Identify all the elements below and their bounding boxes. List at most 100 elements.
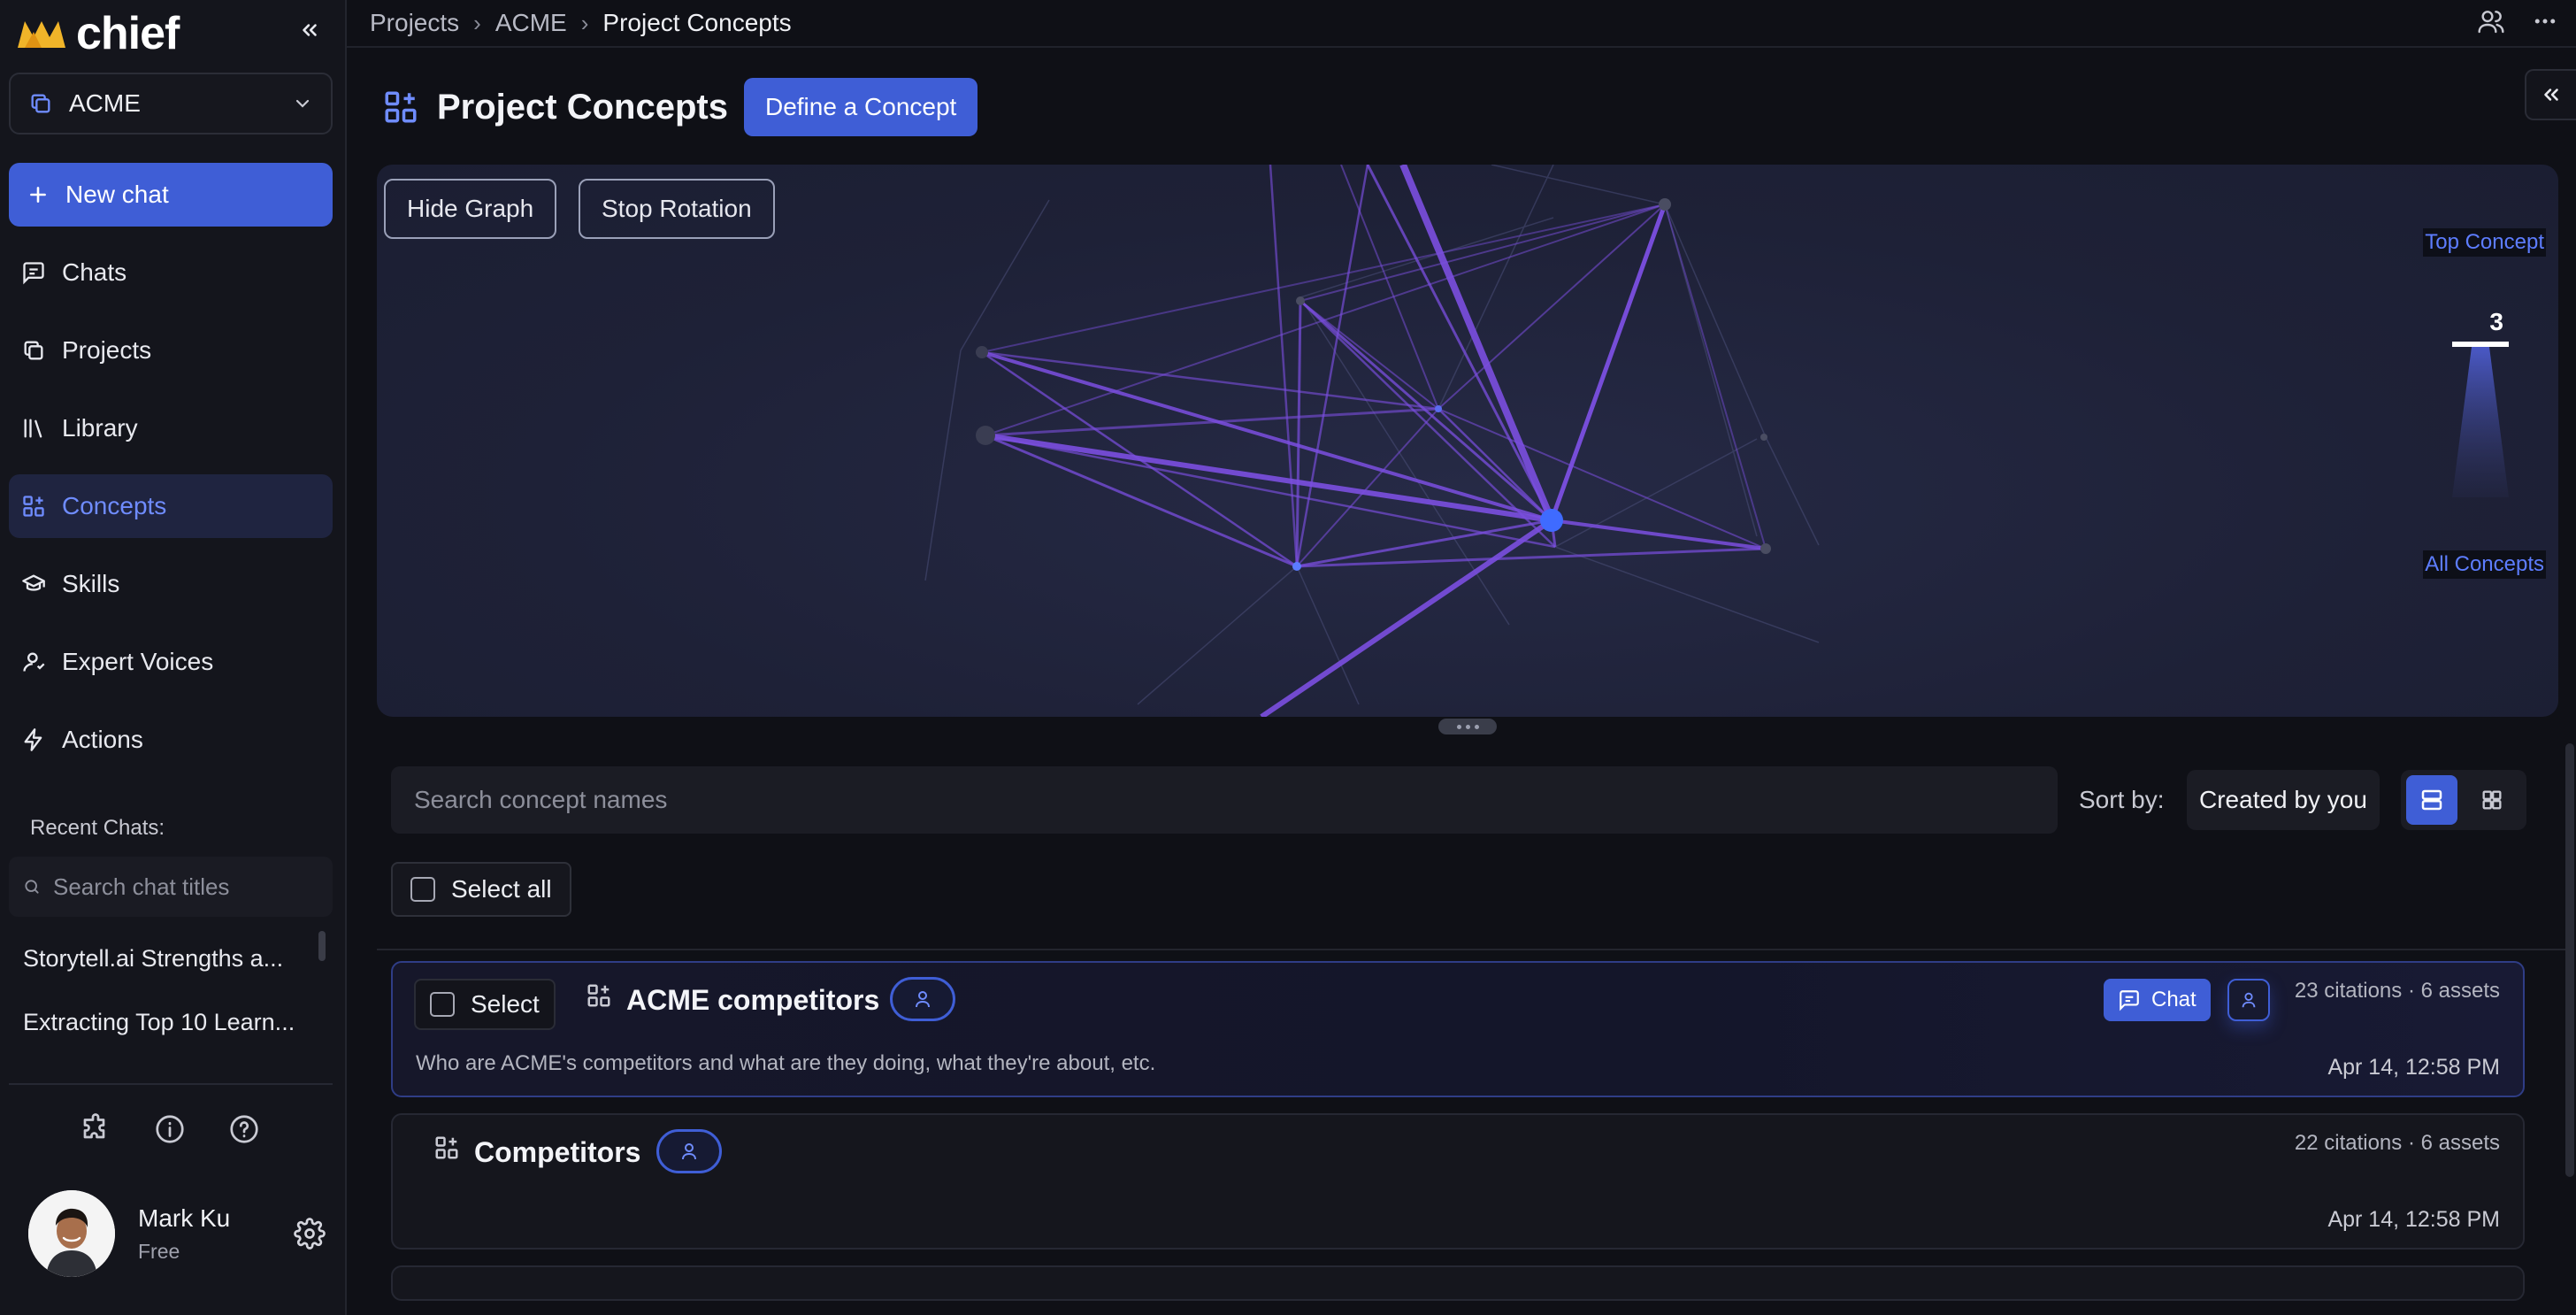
logo[interactable]: chief	[16, 7, 334, 60]
chat-search-input[interactable]	[53, 873, 318, 901]
new-chat-label: New chat	[65, 181, 169, 208]
concept-graph[interactable]: Hide Graph Stop Rotation Top Concept 3 A…	[377, 165, 2558, 717]
settings-button[interactable]	[290, 1214, 329, 1253]
puzzle-icon	[83, 1113, 105, 1139]
concept-search-input[interactable]	[391, 766, 2058, 834]
owner-badge[interactable]	[890, 977, 955, 1021]
help-circle-icon	[230, 1115, 258, 1143]
list-view-icon	[2421, 789, 2442, 811]
sidebar-item-chats[interactable]: Chats	[9, 241, 333, 304]
user-icon	[2242, 992, 2256, 1008]
concept-toolbar: Sort by: Created by you	[391, 766, 2576, 834]
help-button[interactable]	[226, 1111, 262, 1147]
recent-chats-title: Recent Chats:	[30, 816, 165, 840]
sidebar-item-label: Projects	[62, 336, 152, 364]
user-icon	[682, 1143, 696, 1160]
card-select-checkbox[interactable]: Select	[414, 979, 556, 1030]
breadcrumb-projects[interactable]: Projects	[370, 9, 459, 37]
concepts-grid-icon	[385, 91, 417, 123]
sidebar-nav: Chats Projects Library Concepts Skills E…	[9, 241, 333, 786]
info-button[interactable]	[152, 1111, 188, 1147]
owner-badge[interactable]	[656, 1129, 722, 1173]
zap-icon	[24, 728, 42, 751]
integrations-button[interactable]	[78, 1111, 113, 1147]
sidebar-item-expert-voices[interactable]: Expert Voices	[9, 630, 333, 694]
sort-select[interactable]: Created by you	[2187, 770, 2380, 830]
legend-all-concepts: All Concepts	[2423, 550, 2546, 579]
legend-top-concept: Top Concept	[2423, 228, 2546, 257]
library-icon	[24, 419, 42, 438]
sidebar-item-actions[interactable]: Actions	[9, 708, 333, 772]
concepts-grid-icon	[587, 984, 610, 1007]
breadcrumb-separator-icon: ›	[580, 9, 589, 36]
collapse-sidebar-button[interactable]	[292, 12, 327, 48]
sidebar-divider	[9, 1083, 333, 1085]
workspace-selector[interactable]: ACME	[9, 73, 333, 135]
info-icon	[156, 1115, 184, 1143]
sidebar-item-label: Expert Voices	[62, 648, 214, 675]
concept-date: Apr 14, 12:58 PM	[2327, 1055, 2500, 1080]
page-title: Project Concepts	[437, 87, 728, 127]
user-avatar-icon	[28, 1190, 115, 1277]
concept-title[interactable]: ACME competitors	[626, 984, 879, 1017]
user-icon	[916, 991, 930, 1008]
graduation-cap-icon	[22, 574, 45, 591]
breadcrumb-acme[interactable]: ACME	[495, 9, 567, 37]
sidebar-item-label: Concepts	[62, 492, 167, 519]
sidebar-item-skills[interactable]: Skills	[9, 552, 333, 616]
concept-title[interactable]: Competitors	[474, 1136, 640, 1169]
list-scrollbar[interactable]	[2565, 743, 2574, 1177]
legend-beam-icon	[2452, 347, 2509, 497]
concept-card[interactable]	[391, 1265, 2525, 1301]
sidebar-item-label: Chats	[62, 258, 127, 286]
concepts-grid-icon	[435, 1136, 458, 1159]
sidebar-item-label: Actions	[62, 726, 143, 753]
recent-chat-item[interactable]: Extracting Top 10 Learn...	[23, 1009, 306, 1036]
sidebar-item-library[interactable]: Library	[9, 396, 333, 460]
main-content: Projects › ACME › Project Concepts Proje…	[347, 0, 2576, 1315]
faint-edges	[924, 165, 1820, 705]
workspace-name: ACME	[69, 89, 141, 117]
grid-view-button[interactable]	[2466, 775, 2518, 825]
user-name: Mark Ku	[138, 1203, 231, 1232]
concept-network-graph[interactable]	[377, 165, 2558, 717]
new-chat-button[interactable]: New chat	[9, 163, 333, 227]
expand-right-panel-button[interactable]	[2525, 69, 2576, 120]
user-profile[interactable]: Mark Ku Free	[28, 1189, 329, 1278]
user-icon	[23, 652, 45, 672]
chevrons-left-icon	[2544, 88, 2558, 101]
avatar[interactable]	[28, 1190, 115, 1277]
concept-meta: 23 citations · 6 assets	[2294, 979, 2500, 1003]
sidebar-item-projects[interactable]: Projects	[9, 319, 333, 382]
select-all-checkbox[interactable]: Select all	[391, 862, 571, 917]
checkbox[interactable]	[410, 877, 435, 902]
message-square-icon	[23, 262, 44, 285]
members-button[interactable]	[2477, 7, 2505, 40]
owner-chip[interactable]	[2227, 979, 2270, 1021]
stop-rotation-button[interactable]: Stop Rotation	[579, 179, 775, 239]
sidebar-footer-icons	[78, 1111, 262, 1147]
sort-label: Sort by:	[2079, 786, 2165, 813]
gear-icon	[294, 1218, 326, 1250]
define-concept-button[interactable]: Define a Concept	[743, 78, 978, 136]
graph-resize-handle[interactable]	[1438, 719, 1497, 734]
chat-button[interactable]: Chat	[2104, 979, 2211, 1021]
users-icon	[2478, 10, 2504, 33]
view-toggle	[2401, 770, 2526, 830]
list-view-button[interactable]	[2406, 775, 2457, 825]
more-options-button[interactable]	[2532, 8, 2558, 39]
user-info: Mark Ku Free	[138, 1204, 290, 1264]
hide-graph-button[interactable]: Hide Graph	[384, 179, 557, 239]
concept-card[interactable]: Select ACME competitors Chat 23 citation…	[391, 961, 2525, 1097]
chat-search[interactable]	[9, 857, 333, 917]
recent-chats-scrollbar[interactable]	[318, 931, 326, 961]
recent-chat-item[interactable]: Storytell.ai Strengths a...	[23, 945, 306, 973]
concept-card[interactable]: Competitors 22 citations · 6 assets Apr …	[391, 1113, 2525, 1250]
sidebar-item-concepts[interactable]: Concepts	[9, 474, 333, 538]
breadcrumb: Projects › ACME › Project Concepts	[347, 0, 2576, 48]
concept-meta: 22 citations · 6 assets	[2294, 1131, 2500, 1155]
more-horizontal-icon	[2534, 19, 2556, 23]
concept-description: Who are ACME's competitors and what are …	[416, 1051, 1156, 1075]
checkbox[interactable]	[430, 992, 455, 1017]
card-select-label: Select	[471, 990, 540, 1018]
